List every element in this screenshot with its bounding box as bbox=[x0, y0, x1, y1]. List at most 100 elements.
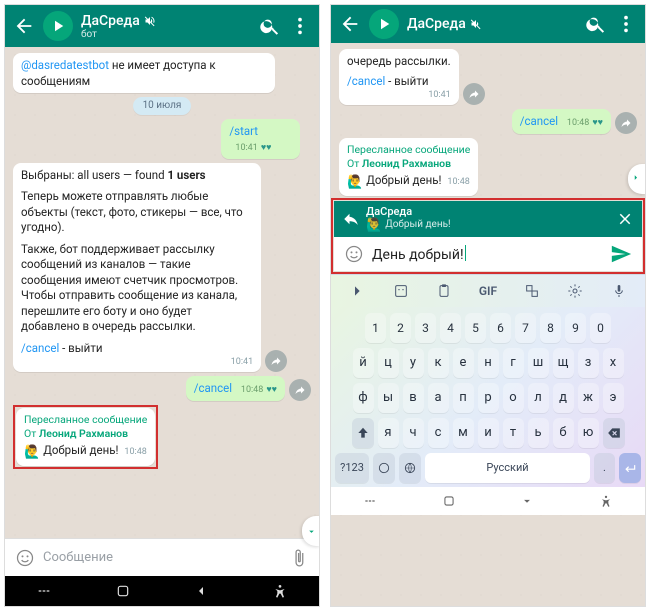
key[interactable]: й bbox=[353, 348, 374, 378]
symbols-key[interactable]: ?123 bbox=[335, 453, 369, 483]
kb-clipboard-icon[interactable] bbox=[429, 280, 459, 302]
back-icon[interactable] bbox=[339, 13, 361, 35]
search-icon[interactable] bbox=[259, 15, 281, 37]
key[interactable]: и bbox=[478, 418, 499, 448]
home-icon[interactable] bbox=[115, 583, 131, 599]
attach-icon[interactable] bbox=[289, 548, 309, 568]
message-input[interactable]: Сообщение bbox=[43, 550, 281, 565]
share-icon[interactable] bbox=[289, 379, 311, 401]
key[interactable]: э bbox=[603, 383, 624, 413]
forwarded-message[interactable]: Пересланное сообщениеОт Леонид Рахманов … bbox=[339, 138, 478, 196]
message-out[interactable]: /start 10:41♥♥ bbox=[221, 119, 300, 159]
chat-body[interactable]: @dasredatestbot не имеет доступа к сообщ… bbox=[5, 47, 319, 538]
key[interactable]: ч bbox=[403, 418, 424, 448]
key[interactable]: ы bbox=[378, 383, 399, 413]
key[interactable]: 6 bbox=[490, 313, 511, 343]
key[interactable]: п bbox=[453, 383, 474, 413]
message-out[interactable]: /cancel 10:48♥♥ bbox=[186, 376, 285, 401]
key[interactable]: к bbox=[428, 348, 449, 378]
share-icon[interactable] bbox=[265, 350, 287, 372]
key[interactable]: т bbox=[503, 418, 524, 448]
recent-apps-icon[interactable] bbox=[363, 494, 377, 508]
dot-key[interactable]: . bbox=[594, 453, 615, 483]
collapse-keyboard-icon[interactable] bbox=[520, 494, 534, 508]
send-icon[interactable] bbox=[610, 243, 632, 265]
chat-avatar[interactable] bbox=[43, 11, 73, 41]
space-key[interactable]: Русский bbox=[425, 453, 590, 483]
chat-body[interactable]: очередь рассылки. /cancel - выйти 10:41 … bbox=[331, 43, 645, 198]
key[interactable]: 8 bbox=[540, 313, 561, 343]
key[interactable]: ш bbox=[528, 348, 549, 378]
key[interactable]: б bbox=[553, 418, 574, 448]
person-emoji-icon: 🙋‍♂️ bbox=[366, 218, 382, 233]
more-icon[interactable] bbox=[289, 15, 311, 37]
shift-key[interactable] bbox=[352, 418, 374, 448]
message-out[interactable]: /cancel 10:48♥♥ bbox=[512, 109, 611, 134]
key[interactable]: в bbox=[403, 383, 424, 413]
key[interactable]: я bbox=[378, 418, 399, 448]
backspace-key[interactable] bbox=[603, 418, 625, 448]
chat-title-wrap[interactable]: ДаСреда бот bbox=[81, 13, 156, 40]
key[interactable]: ц bbox=[378, 348, 399, 378]
key[interactable]: 9 bbox=[565, 313, 586, 343]
message-in[interactable]: @dasredatestbot не имеет доступа к сообщ… bbox=[13, 53, 275, 93]
message-in[interactable]: Выбраны: all users — found 1 users Тепер… bbox=[13, 163, 261, 373]
key[interactable]: е bbox=[453, 348, 474, 378]
key[interactable]: х bbox=[603, 348, 624, 378]
chat-avatar[interactable] bbox=[369, 9, 399, 39]
share-icon[interactable] bbox=[615, 112, 637, 134]
key[interactable]: г bbox=[503, 348, 524, 378]
home-icon[interactable] bbox=[442, 494, 456, 508]
kb-gif-label[interactable]: GIF bbox=[473, 280, 503, 302]
back-nav-icon[interactable] bbox=[193, 583, 209, 599]
emoji-icon[interactable] bbox=[344, 244, 364, 264]
key[interactable]: у bbox=[403, 348, 424, 378]
key[interactable]: ж bbox=[578, 383, 599, 413]
message-input[interactable]: День добрый! bbox=[372, 245, 602, 263]
scroll-down-button[interactable] bbox=[302, 516, 319, 538]
key[interactable]: 2 bbox=[390, 313, 411, 343]
key[interactable]: д bbox=[553, 383, 574, 413]
key[interactable]: 7 bbox=[515, 313, 536, 343]
key[interactable]: ф bbox=[353, 383, 374, 413]
kb-settings-icon[interactable] bbox=[560, 280, 590, 302]
key[interactable]: н bbox=[478, 348, 499, 378]
message-in[interactable]: очередь рассылки. /cancel - выйти 10:41 bbox=[339, 49, 459, 105]
key[interactable]: 4 bbox=[440, 313, 461, 343]
enter-key[interactable] bbox=[619, 453, 641, 483]
search-icon[interactable] bbox=[585, 13, 607, 35]
key[interactable]: с bbox=[428, 418, 449, 448]
key[interactable]: 3 bbox=[415, 313, 436, 343]
kb-translate-icon[interactable] bbox=[517, 280, 547, 302]
key[interactable]: 0 bbox=[590, 313, 611, 343]
scroll-down-button[interactable] bbox=[628, 164, 645, 194]
emoji-icon[interactable] bbox=[15, 548, 35, 568]
chat-title-wrap[interactable]: ДаСреда bbox=[407, 16, 482, 32]
emoji-key[interactable] bbox=[373, 453, 395, 483]
key[interactable]: ь bbox=[528, 418, 549, 448]
close-icon[interactable] bbox=[616, 210, 634, 228]
key[interactable]: ю bbox=[578, 418, 599, 448]
forwarded-message[interactable]: Пересланное сообщениеОт Леонид Рахманов … bbox=[16, 408, 155, 466]
mention-link[interactable]: @dasredatestbot bbox=[21, 58, 109, 72]
key[interactable]: о bbox=[503, 383, 524, 413]
key[interactable]: м bbox=[453, 418, 474, 448]
kb-expand-icon[interactable] bbox=[342, 280, 372, 302]
back-icon[interactable] bbox=[13, 15, 35, 37]
more-icon[interactable] bbox=[615, 13, 637, 35]
accessibility-icon[interactable] bbox=[599, 494, 613, 508]
kb-mic-icon[interactable] bbox=[604, 280, 634, 302]
key[interactable]: р bbox=[478, 383, 499, 413]
key[interactable]: 5 bbox=[465, 313, 486, 343]
key[interactable]: з bbox=[578, 348, 599, 378]
accessibility-icon[interactable] bbox=[272, 583, 288, 599]
key[interactable]: л bbox=[528, 383, 549, 413]
key[interactable]: щ bbox=[553, 348, 574, 378]
recent-apps-icon[interactable] bbox=[36, 583, 52, 599]
language-key[interactable] bbox=[399, 453, 421, 483]
keyboard-row-2: фывапролджэ bbox=[335, 383, 641, 413]
kb-sticker-icon[interactable] bbox=[386, 280, 416, 302]
key[interactable]: 1 bbox=[365, 313, 386, 343]
share-icon[interactable] bbox=[463, 83, 485, 105]
key[interactable]: а bbox=[428, 383, 449, 413]
